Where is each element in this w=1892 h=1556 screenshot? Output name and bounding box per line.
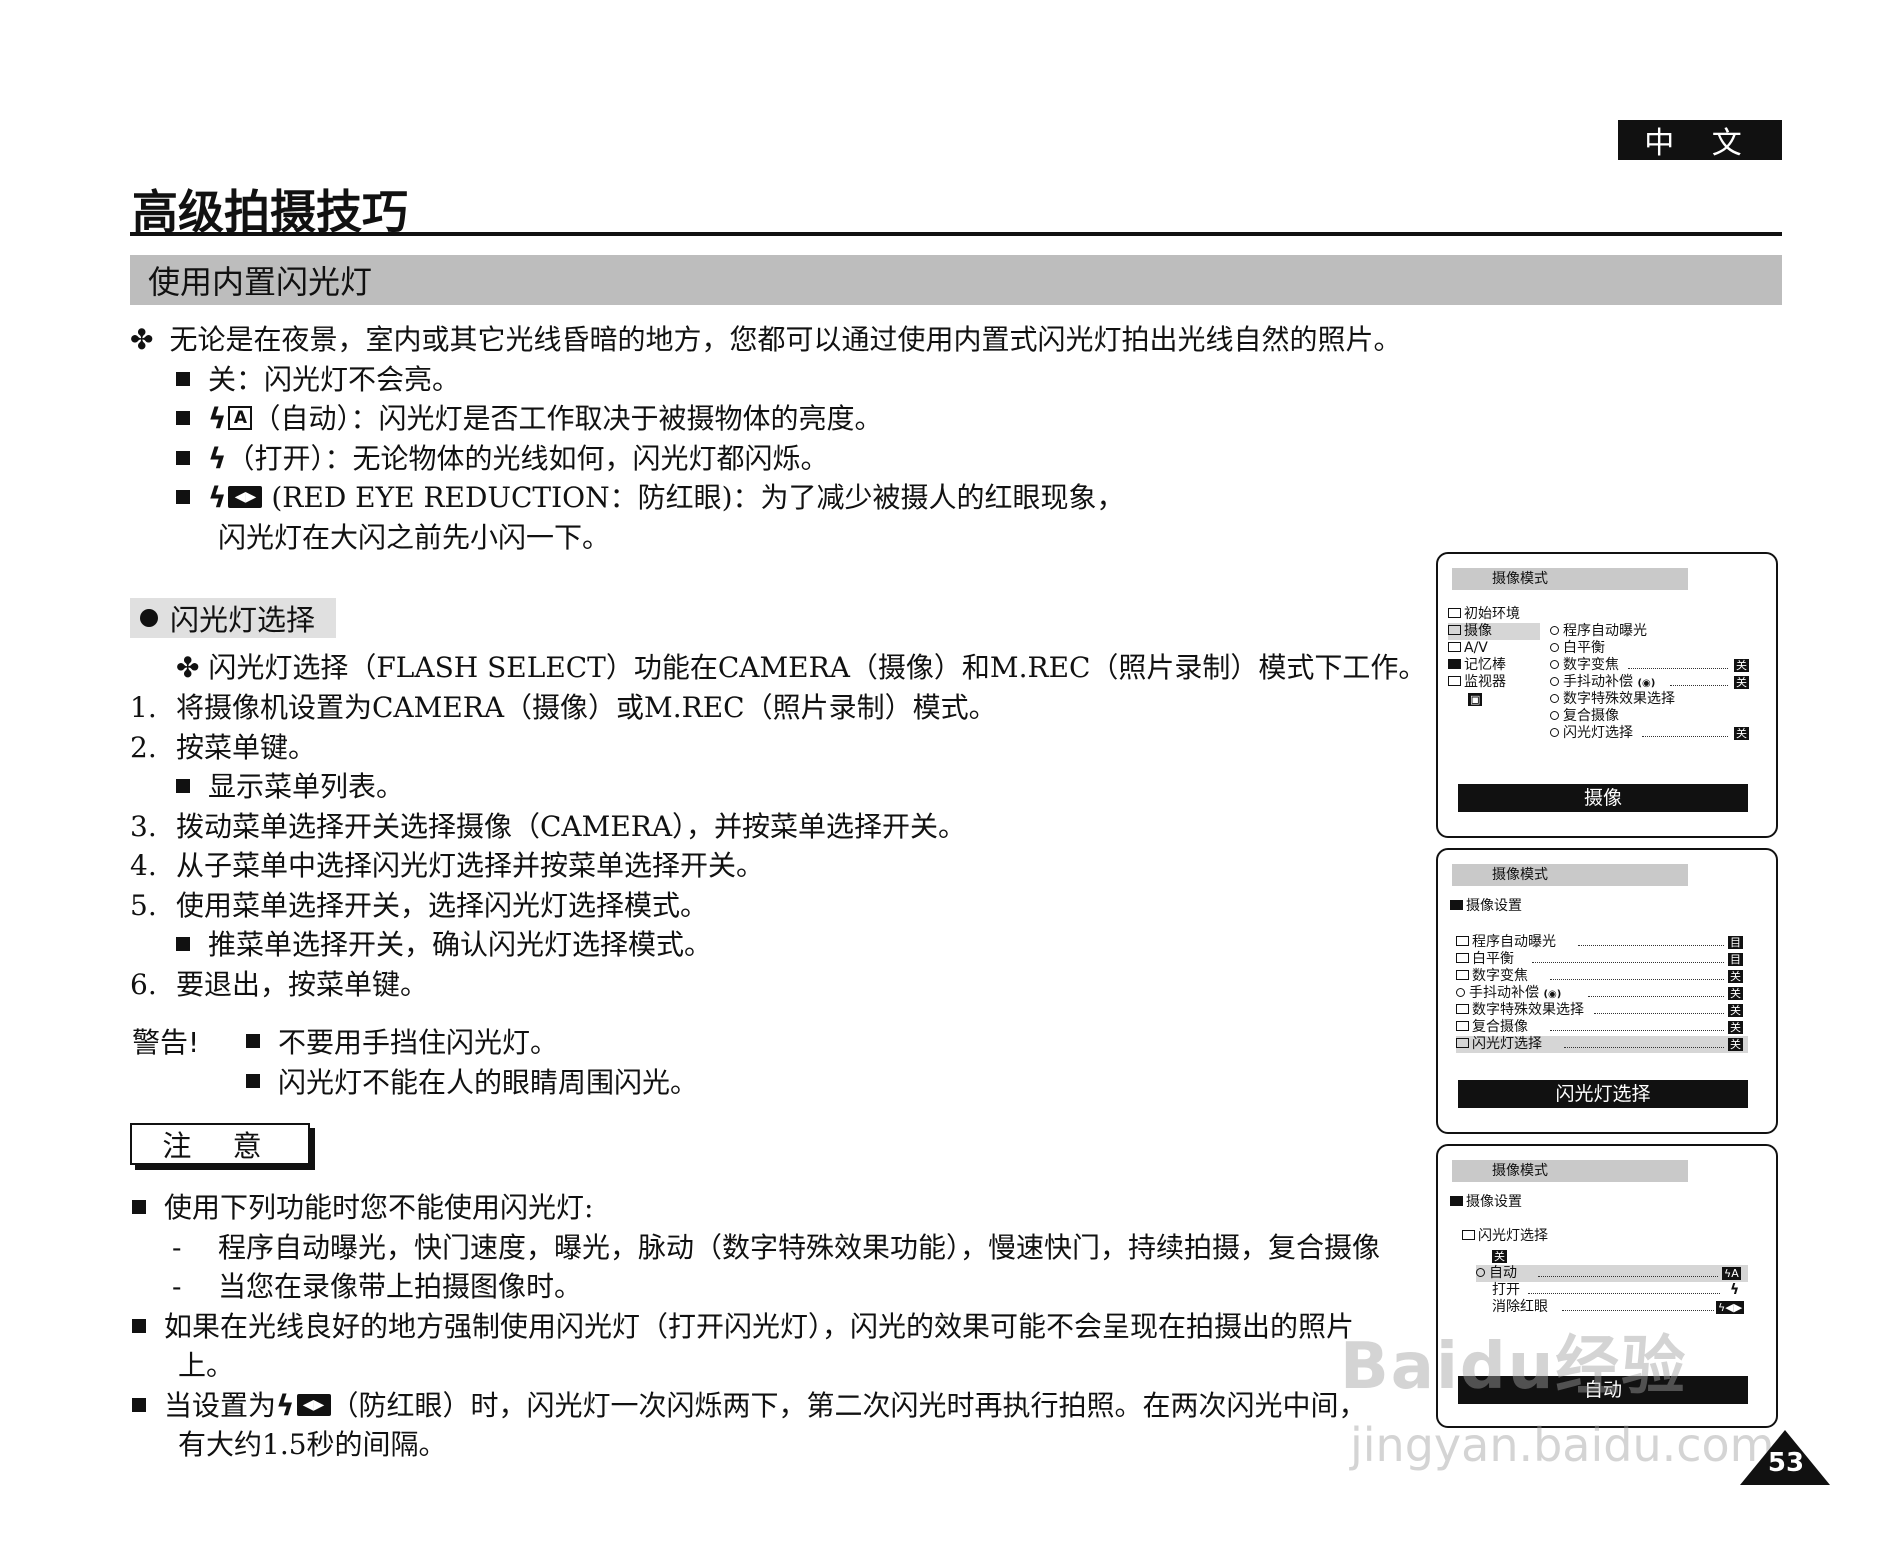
intro-paragraph: ✤ 无论是在夜景，室内或其它光线昏暗的地方，您都可以通过使用内置式闪光灯拍出光线自… xyxy=(130,323,1402,356)
option-circle-icon xyxy=(1550,727,1559,737)
folder-icon xyxy=(1450,900,1463,910)
option-circle-icon xyxy=(1476,1267,1485,1277)
step-6: 6. 要退出，按菜单键。 xyxy=(130,968,429,1001)
option-circle-icon xyxy=(1456,987,1465,997)
folder-icon xyxy=(1448,608,1461,618)
menu-screen-camera-setup: 摄像模式 摄像设置 程序自动曝光 目 白平衡 目 数字变焦 关 手抖动补偿 (◉… xyxy=(1436,848,1778,1134)
step-2: 2. 按菜单键。 xyxy=(130,731,317,764)
flash-icon: ϟ xyxy=(208,442,227,475)
dis-icon: (◉) xyxy=(1637,678,1656,689)
square-bullet-icon xyxy=(176,371,190,386)
option-circle-icon xyxy=(1550,693,1559,703)
option-circle-icon xyxy=(1550,625,1559,635)
square-bullet-icon xyxy=(132,1199,146,1214)
square-bullet-icon xyxy=(176,410,190,425)
option-circle-icon xyxy=(1550,676,1559,686)
folder-icon xyxy=(1456,936,1469,946)
list-item: ϟ A （自动）：闪光灯是否工作取决于被摄物体的亮度。 xyxy=(176,401,883,437)
folder-icon xyxy=(1456,953,1469,963)
square-bullet-icon xyxy=(246,1034,260,1048)
note-item: 当设置为ϟ ◀▶ （防红眼）时，闪光灯一次闪烁两下，第二次闪光时再执行拍照。在两次闪… xyxy=(132,1388,1367,1424)
watermark-logo: Baidu经验 xyxy=(1340,1330,1688,1404)
folder-icon xyxy=(1448,676,1461,686)
note-item-continuation: 有大约1.5秒的间隔。 xyxy=(178,1428,447,1461)
folder-icon xyxy=(1456,970,1469,980)
screen-title: 摄像模式 xyxy=(1452,864,1688,886)
folder-icon xyxy=(1462,1230,1475,1240)
step-1: 1. 将摄像机设置为CAMERA（摄像）或M.REC（照片录制）模式。 xyxy=(130,691,997,724)
auto-box-icon: A xyxy=(228,405,253,430)
flash-icon: ϟ xyxy=(276,1389,295,1422)
square-bullet-icon xyxy=(132,1397,146,1412)
watermark-url: jingyan.baidu.com xyxy=(1350,1418,1775,1472)
step-5-sub: 推菜单选择开关，确认闪光灯选择模式。 xyxy=(176,927,712,963)
step-4: 4. 从子菜单中选择闪光灯选择并按菜单选择开关。 xyxy=(130,849,765,882)
step-5: 5. 使用菜单选择开关，选择闪光灯选择模式。 xyxy=(130,889,709,922)
square-bullet-icon xyxy=(176,778,190,793)
folder-icon xyxy=(1456,1021,1469,1031)
square-bullet-icon xyxy=(132,1318,146,1333)
note-item: 如果在光线良好的地方强制使用闪光灯（打开闪光灯），闪光的效果可能不会呈现在拍摄出… xyxy=(132,1309,1354,1345)
list-item: ϟ（打开）：无论物体的光线如何，闪光灯都闪烁。 xyxy=(176,441,829,477)
note-label: 注 意 xyxy=(130,1123,310,1165)
note-dash-item: - 当您在录像带上拍摄图像时。 xyxy=(172,1270,583,1303)
square-bullet-icon xyxy=(176,489,190,504)
screen-title: 摄像模式 xyxy=(1452,1160,1688,1182)
dis-icon: (◉) xyxy=(1543,989,1562,1000)
list-item: 关：闪光灯不会亮。 xyxy=(176,362,460,398)
folder-icon xyxy=(1448,642,1461,652)
folder-icon xyxy=(1450,1196,1463,1206)
option-circle-icon xyxy=(1550,659,1559,669)
folder-icon xyxy=(1448,625,1461,635)
step-2-sub: 显示菜单列表。 xyxy=(176,769,404,805)
square-bullet-icon xyxy=(176,936,190,951)
step-3: 3. 拨动菜单选择开关选择摄像（CAMERA），并按菜单选择开关。 xyxy=(130,810,967,843)
red-eye-icon: ◀▶ xyxy=(228,485,263,508)
section-title: 使用内置闪光灯 xyxy=(130,255,1782,305)
warning-item: 不要用手挡住闪光灯。 xyxy=(246,1025,558,1061)
note-item-continuation: 上。 xyxy=(178,1349,235,1382)
memory-stick-icon xyxy=(1448,659,1461,669)
warning-item: 闪光灯不能在人的眼睛周围闪光。 xyxy=(246,1065,698,1101)
folder-icon xyxy=(1456,1038,1469,1048)
flash-icon: ϟ xyxy=(208,481,227,514)
square-bullet-icon xyxy=(246,1074,260,1088)
flash-icon: ϟ xyxy=(208,402,227,435)
note-dash-item: - 程序自动曝光，快门速度，曝光，脉动（数字特殊效果功能），慢速快门，持续拍摄，复… xyxy=(172,1231,1381,1264)
monitor-icon: ▣ xyxy=(1468,693,1483,706)
list-item-continuation: 闪光灯在大闪之前先小闪一下。 xyxy=(218,521,611,554)
screen-title: 摄像模式 xyxy=(1452,568,1688,590)
flash-select-note: ✤ 闪光灯选择（FLASH SELECT）功能在CAMERA（摄像）和M.REC… xyxy=(176,651,1427,684)
menu-screen-camera: 摄像模式 初始环境 摄像 A/V 记忆棒 监视器 ▣ 程序自动曝光 白平衡 数字… xyxy=(1436,552,1778,838)
screen-status-bar: 摄像 xyxy=(1458,784,1748,812)
clover-bullet-icon: ✤ xyxy=(130,323,154,356)
option-circle-icon xyxy=(1550,710,1559,720)
list-item: ϟ ◀▶ (RED EYE REDUCTION：防红眼)：为了减少被摄人的红眼现象… xyxy=(176,480,1125,516)
language-tab: 中 文 xyxy=(1618,120,1782,161)
square-bullet-icon xyxy=(176,450,190,465)
option-circle-icon xyxy=(1550,642,1559,652)
flash-select-header: 闪光灯选择 xyxy=(130,598,336,638)
screen-status-bar: 闪光灯选择 xyxy=(1458,1080,1748,1108)
folder-icon xyxy=(1456,1004,1469,1014)
title-rule xyxy=(130,232,1782,236)
note-item: 使用下列功能时您不能使用闪光灯: xyxy=(132,1190,593,1226)
page-number: 53 xyxy=(1767,1448,1805,1478)
warning-label: 警告! xyxy=(132,1026,200,1059)
red-eye-icon: ◀▶ xyxy=(296,1393,331,1416)
circle-bullet-icon xyxy=(140,609,158,627)
